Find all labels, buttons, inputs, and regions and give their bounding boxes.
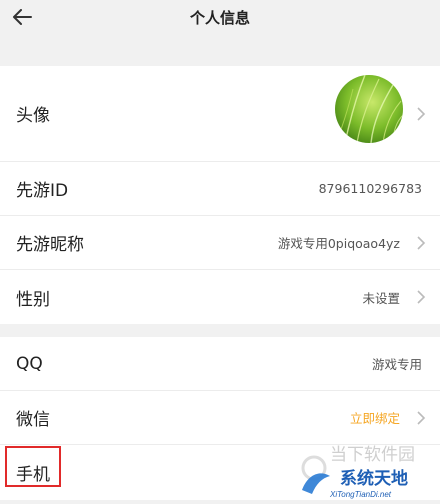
wechat-row[interactable]: 微信 立即绑定 — [0, 391, 440, 445]
id-label: 先游ID — [16, 181, 69, 201]
nickname-value: 游戏专用0piqoao4yz — [277, 236, 400, 251]
page-title: 个人信息 — [189, 8, 250, 27]
watermark-url: XiTongTianDi.net — [329, 490, 392, 499]
watermark-brand-top: 当下软件园 — [330, 445, 415, 464]
watermark: 当下软件园 系统天地 XiTongTianDi.net — [300, 440, 440, 500]
gender-label: 性别 — [16, 289, 50, 310]
qq-row: QQ 游戏专用 — [0, 337, 440, 391]
chevron-right-icon — [417, 235, 426, 250]
profile-section: 头像 先游ID 8796110296783 先游昵称 游戏专用0piqoao4y… — [0, 66, 440, 324]
watermark-brand-main: 系统天地 — [340, 468, 408, 488]
chevron-right-icon — [417, 410, 426, 425]
nickname-row[interactable]: 先游昵称 游戏专用0piqoao4yz — [0, 216, 440, 270]
wechat-label: 微信 — [16, 410, 50, 430]
back-arrow-icon[interactable] — [10, 6, 34, 28]
qq-value: 游戏专用 — [371, 357, 422, 372]
chevron-right-icon — [417, 106, 426, 121]
chevron-right-icon — [417, 290, 426, 304]
avatar-label: 头像 — [16, 106, 50, 126]
highlight-box — [5, 446, 61, 487]
wechat-bind-link[interactable]: 立即绑定 — [350, 408, 400, 427]
id-row: 先游ID 8796110296783 — [0, 162, 440, 216]
id-value: 8796110296783 — [318, 181, 422, 196]
gender-value: 未设置 — [362, 290, 400, 306]
gender-row[interactable]: 性别 未设置 — [0, 270, 440, 324]
avatar[interactable] — [335, 75, 403, 143]
avatar-row[interactable]: 头像 — [0, 66, 440, 162]
top-bar: 个人信息 — [0, 0, 440, 34]
nickname-label: 先游昵称 — [16, 235, 84, 255]
qq-label: QQ — [16, 353, 43, 374]
